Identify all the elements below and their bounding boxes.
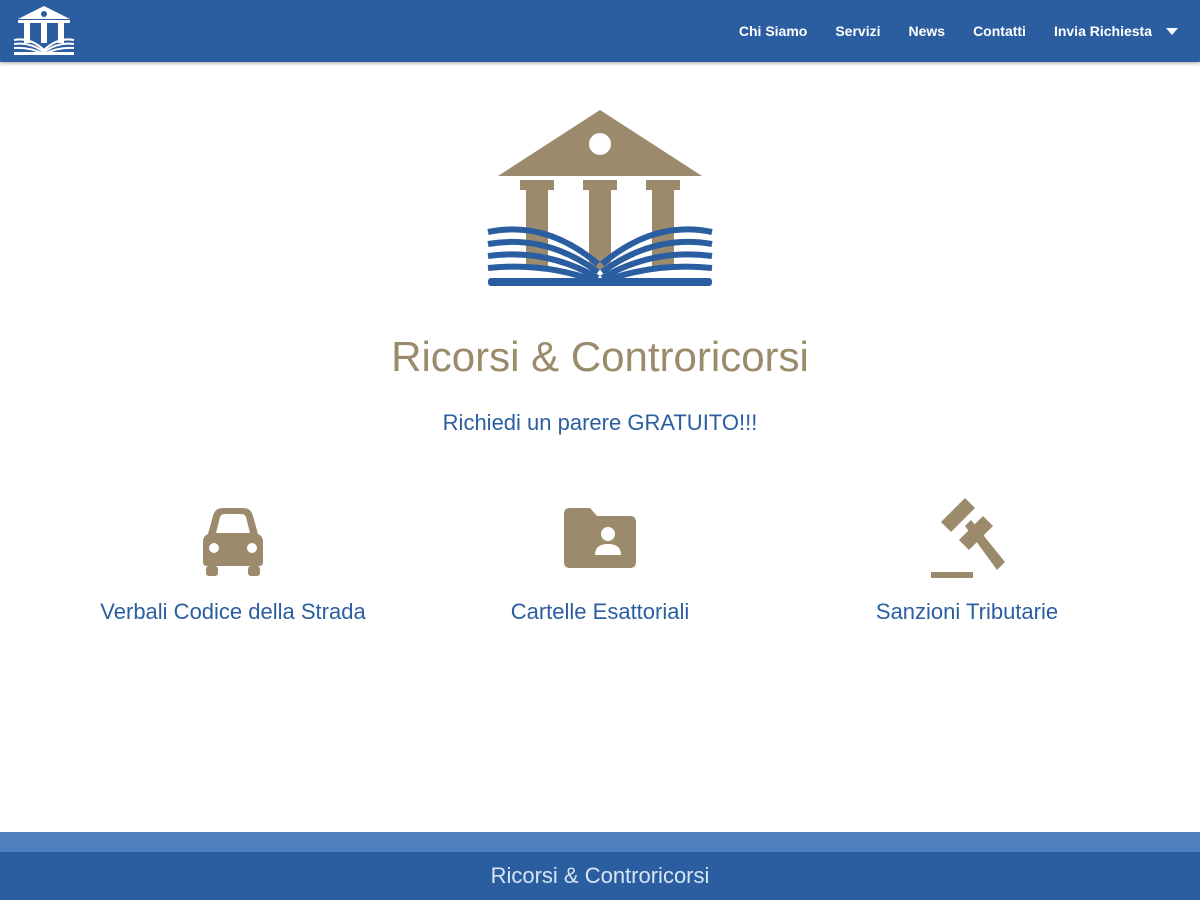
nav-link-news[interactable]: News	[908, 23, 945, 39]
top-navbar: Chi Siamo Servizi News Contatti Invia Ri…	[0, 0, 1200, 62]
nav-link-contatti[interactable]: Contatti	[973, 23, 1026, 39]
service-cartelle-esattoriali[interactable]: Cartelle Esattoriali	[400, 494, 800, 634]
caret-down-icon[interactable]	[1166, 27, 1178, 35]
service-label: Sanzioni Tributarie	[875, 599, 1059, 624]
courthouse-book-logo-icon	[487, 110, 713, 286]
site-title: Ricorsi & Controricorsi	[391, 333, 809, 380]
footer-accent-strip	[0, 832, 1200, 852]
main-menu: Chi Siamo Servizi News Contatti Invia Ri…	[739, 0, 1200, 62]
service-verbali-codice-strada[interactable]: Verbali Codice della Strada	[33, 494, 433, 634]
nav-link-invia-richiesta[interactable]: Invia Richiesta	[1054, 23, 1152, 39]
car-icon	[203, 508, 263, 576]
courthouse-book-logo-icon[interactable]	[12, 4, 76, 56]
service-label: Cartelle Esattoriali	[510, 599, 690, 624]
service-label: Verbali Codice della Strada	[100, 599, 366, 624]
footer-title: Ricorsi & Controricorsi	[490, 863, 710, 888]
nav-link-servizi[interactable]: Servizi	[835, 23, 880, 39]
footer: Ricorsi & Controricorsi	[0, 852, 1200, 900]
folder-user-icon	[564, 508, 636, 568]
gavel-icon	[931, 498, 1005, 578]
free-advice-subtitle[interactable]: Richiedi un parere GRATUITO!!!	[0, 408, 1200, 438]
service-sanzioni-tributarie[interactable]: Sanzioni Tributarie	[767, 494, 1167, 634]
nav-link-chi-siamo[interactable]: Chi Siamo	[739, 23, 807, 39]
